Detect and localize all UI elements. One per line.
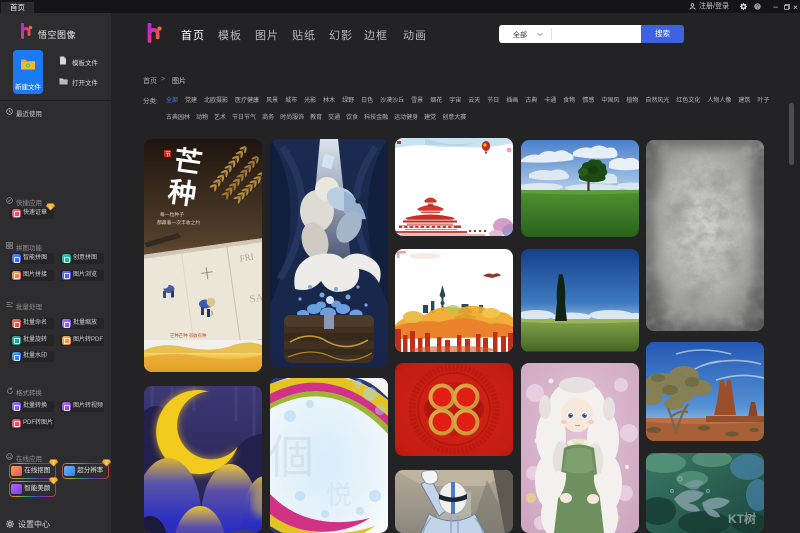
svg-text:?: ? <box>756 4 759 10</box>
svg-text:FRI: FRI <box>239 252 254 264</box>
svg-text:SA: SA <box>249 292 262 306</box>
svg-text:十: 十 <box>200 265 215 282</box>
svg-text:芒种芒种 有收有种: 芒种芒种 有收有种 <box>170 332 207 339</box>
svg-text:KT树: KT树 <box>728 511 756 526</box>
svg-text:芒: 芒 <box>172 145 204 181</box>
svg-text:都藏着一次丰收之约: 都藏着一次丰收之约 <box>157 219 200 226</box>
svg-text:個: 個 <box>270 432 314 483</box>
svg-text:种: 种 <box>166 176 198 212</box>
svg-text:节: 节 <box>165 150 171 158</box>
svg-text:每一粒种子: 每一粒种子 <box>160 211 184 218</box>
svg-text:悦: 悦 <box>326 481 352 510</box>
